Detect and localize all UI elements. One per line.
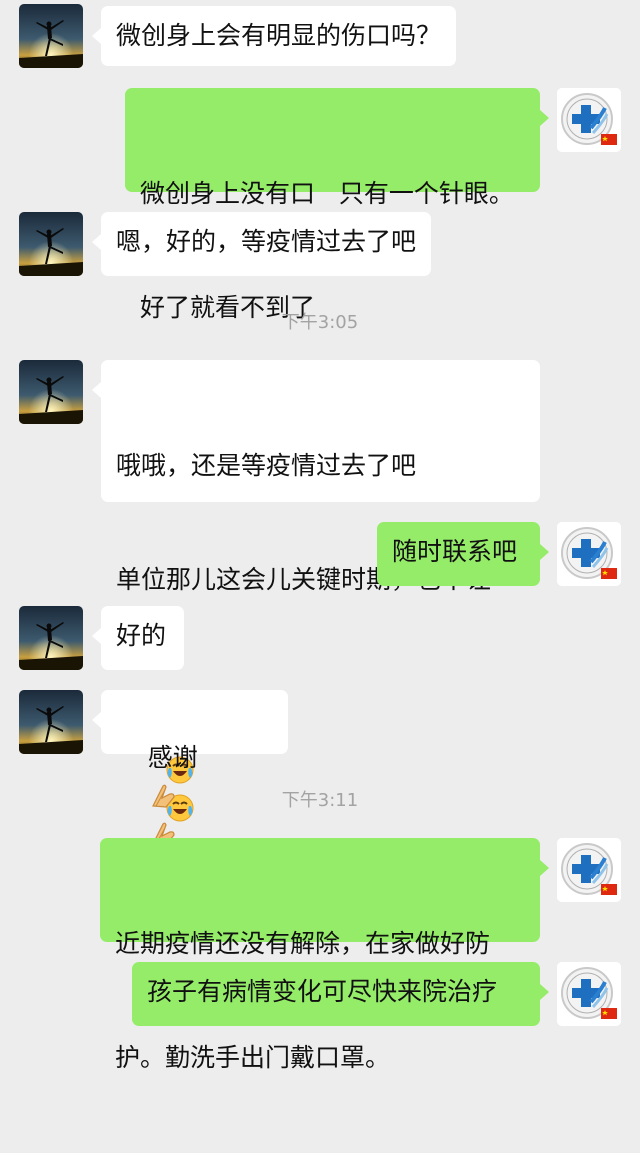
hospital-logo-icon [557, 838, 621, 902]
contact-avatar[interactable] [19, 606, 83, 670]
incoming-message-bubble[interactable]: 微创身上会有明显的伤口吗？ [91, 6, 457, 66]
my-avatar[interactable] [557, 838, 621, 902]
incoming-message-bubble[interactable]: 嗯，好的，等疫情过去了吧 [91, 212, 432, 276]
message-line: 哦哦，还是等疫情过去了吧 [116, 451, 417, 480]
outgoing-message-bubble[interactable]: 随时联系吧 [377, 522, 549, 586]
message-text: 感谢 [147, 743, 198, 772]
my-avatar[interactable] [557, 962, 621, 1026]
my-avatar[interactable] [557, 522, 621, 586]
dancer-silhouette-icon [19, 360, 83, 424]
contact-avatar[interactable] [19, 690, 83, 754]
timestamp: 下午3:05 [281, 312, 359, 333]
message-line: 护。勤洗手出门戴口罩。 [115, 1043, 391, 1072]
contact-avatar[interactable] [19, 4, 83, 68]
incoming-message-bubble[interactable]: 哦哦，还是等疫情过去了吧 单位那儿这会儿关键时期，也不让 请假 [92, 360, 540, 822]
contact-avatar[interactable] [19, 360, 83, 424]
outgoing-message-bubble[interactable]: 孩子有病情变化可尽快来院治疗 [132, 962, 549, 1026]
incoming-message-bubble[interactable]: 好的 [92, 606, 184, 670]
outgoing-message-bubble[interactable]: 微创身上没有口 只有一个针眼。 好了就看不到了 [125, 88, 549, 322]
dancer-silhouette-icon [19, 212, 83, 276]
incoming-message-bubble[interactable]: 感谢 [92, 690, 288, 884]
hospital-logo-icon [557, 962, 621, 1026]
dancer-silhouette-icon [19, 4, 83, 68]
message-line: 微创身上没有口 只有一个针眼。 [140, 179, 514, 208]
my-avatar[interactable] [557, 88, 621, 152]
hospital-logo-icon [557, 88, 621, 152]
dancer-silhouette-icon [19, 690, 83, 754]
hospital-logo-icon [557, 522, 621, 586]
timestamp: 下午3:11 [281, 790, 359, 811]
dancer-silhouette-icon [19, 606, 83, 670]
outgoing-message-bubble[interactable]: 近期疫情还没有解除，在家做好防 护。勤洗手出门戴口罩。 [100, 838, 549, 1072]
message-line: 近期疫情还没有解除，在家做好防 [115, 929, 491, 958]
contact-avatar[interactable] [19, 212, 83, 276]
